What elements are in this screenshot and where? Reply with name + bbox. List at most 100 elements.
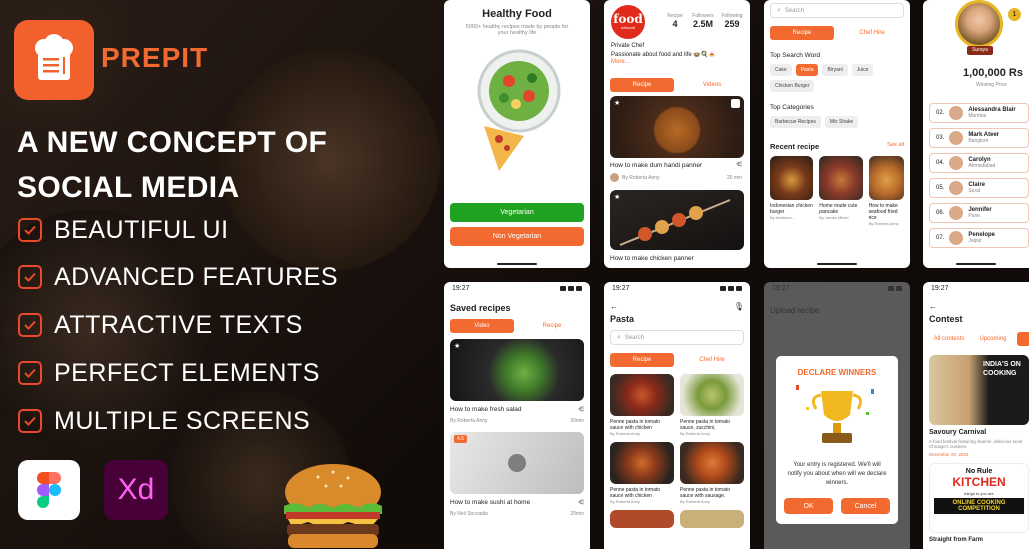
bookmark-icon[interactable] [731, 99, 740, 108]
recipe-image[interactable]: 4.5 [450, 432, 584, 494]
search-chip[interactable]: Chicken Burger [770, 80, 815, 92]
back-arrow-icon[interactable]: ← [610, 302, 618, 311]
tab-videos[interactable]: Videos [680, 78, 744, 92]
rank-position: 02. [936, 110, 945, 116]
rank-row[interactable]: 06. Jennifer Pune [929, 203, 1029, 223]
search-chip[interactable]: Cake [770, 64, 792, 76]
recipe-title: Penne pasta in tomato sauce with chicken [610, 487, 661, 499]
tab-recipe[interactable]: Recipe [520, 319, 584, 333]
rank-row[interactable]: 03. Mark Ateer Banglore [929, 128, 1029, 148]
screen-pasta: 19:27 ← 🎙 Pasta ⌕ Search Recipe Chef Hire … [604, 282, 750, 549]
recipe-title[interactable]: How to make chicken panner [610, 255, 694, 262]
recipe-image [610, 442, 674, 484]
cancel-button[interactable]: Cancel [841, 498, 890, 514]
checkbox-icon [18, 218, 42, 242]
search-input[interactable]: ⌕ Search [770, 3, 904, 18]
recipe-author: By Neil Soccadia [450, 511, 488, 517]
rank-row[interactable]: 07. Penelope Jaipur [929, 228, 1029, 248]
app-logo [14, 20, 94, 100]
share-icon[interactable]: ⋲ [578, 499, 584, 506]
recipe-caption: How to make sushi at home ⋲ [450, 499, 584, 506]
screen-chef-profile: food network Recipe 4 Followers 2.5M Fol… [604, 0, 750, 268]
contest-title[interactable]: Straight from Farm [929, 537, 1023, 543]
contest-title[interactable]: Savoury Carnival [929, 429, 1023, 436]
pasta-item[interactable] [610, 510, 674, 528]
pasta-item[interactable]: Penne pasta in tomato sauce with chicken… [610, 374, 674, 436]
recipe-title[interactable]: How to make sushi at home [450, 499, 530, 506]
tab-recipe[interactable]: Recipe [770, 26, 834, 40]
pasta-item[interactable]: Penne pasta in tomato sauce with sausage… [680, 442, 744, 504]
microphone-icon[interactable]: 🎙 [734, 302, 744, 311]
tab-chef-hire[interactable]: Chef Hire [840, 26, 904, 40]
section-title: Recent recipe [770, 142, 820, 151]
recipe-title: Penne pasta in tomato sauce, zucchini, [680, 419, 731, 431]
tab-video[interactable]: Video [450, 319, 514, 333]
search-chip[interactable]: Pasta [795, 64, 819, 76]
rank-row[interactable]: 02. Alessandra Blair Mumbai [929, 103, 1029, 123]
category-chip[interactable]: Mix Shake [824, 116, 859, 128]
recipe-image[interactable]: ★ [450, 339, 584, 401]
tab-recipe[interactable]: Recipe [610, 78, 674, 92]
tab-all-contests[interactable]: All contests [929, 332, 969, 346]
recent-item[interactable]: How to make seafood fried rice By Robert… [868, 156, 905, 226]
see-all-link[interactable]: See all [887, 142, 904, 151]
rank-row[interactable]: 04. Carolyn Ahmedabad [929, 153, 1029, 173]
recipe-image [680, 510, 744, 528]
recipe-author: By James Milner [819, 215, 849, 220]
tab-upcoming[interactable]: Upcoming [975, 332, 1011, 346]
star-icon[interactable]: ★ [614, 99, 620, 107]
star-icon[interactable]: ★ [614, 193, 620, 201]
search-chip[interactable]: Biryani [822, 64, 848, 76]
avatar [949, 156, 964, 170]
recipe-image[interactable]: ★ [610, 190, 744, 250]
feature-label: PERFECT ELEMENTS [54, 358, 320, 387]
share-icon[interactable]: ⋲ [578, 406, 584, 413]
status-time: 19:27 [931, 285, 949, 292]
ok-button[interactable]: OK [784, 498, 833, 514]
checkbox-icon [18, 361, 42, 385]
tab-recipe[interactable]: Recipe [610, 353, 674, 367]
avatar-logo-text: food [613, 12, 643, 26]
category-chip[interactable]: Barbecue Recipes [770, 116, 821, 128]
feature-label: ADVANCED FEATURES [54, 262, 339, 291]
play-icon[interactable] [508, 454, 526, 472]
kebab-illustration [619, 199, 731, 246]
food-network-avatar: food network [611, 5, 645, 39]
star-icon[interactable]: ★ [454, 342, 460, 350]
recipe-title[interactable]: How to make fresh salad [450, 406, 522, 413]
recent-item[interactable]: Indonesian chicken burger By Adrianna... [770, 156, 814, 226]
rank-row[interactable]: 05. Claire Surat [929, 178, 1029, 198]
recipe-title[interactable]: How to make dum handi panner [610, 162, 702, 169]
pasta-item[interactable] [680, 510, 744, 528]
non-vegetarian-button[interactable]: Non Vegetarian [450, 227, 584, 246]
dialog-title: DECLARE WINNERS [797, 368, 877, 377]
tab-chef-hire[interactable]: Chef Hire [680, 353, 744, 367]
recipe-author: By Roberta Anny [610, 431, 641, 436]
stat-following: Following 259 [715, 13, 749, 29]
recipe-image [610, 374, 674, 416]
back-arrow-icon[interactable]: ← [929, 302, 1023, 311]
screen-search: ⌕ Search Recipe Chef Hire Top Search Word… [764, 0, 910, 268]
pasta-item[interactable]: Penne pasta in tomato sauce with chicken… [610, 442, 674, 504]
tab-active[interactable] [1017, 332, 1029, 346]
recipe-title: Home made cute pancake [819, 203, 858, 215]
winner-name: Suraya [967, 46, 993, 55]
contest-banner[interactable]: No Rule KITCHEN things to you are ONLINE… [929, 463, 1029, 533]
more-link[interactable]: More... [611, 59, 630, 65]
search-chip[interactable]: Juice [851, 64, 874, 76]
search-input[interactable]: ⌕ Search [610, 330, 744, 345]
recipe-image[interactable]: ★ [610, 96, 744, 158]
xd-label: Xd [117, 473, 155, 506]
recent-list: Indonesian chicken burger By Adrianna...… [764, 156, 910, 226]
share-icon[interactable]: ⋲ [736, 161, 742, 168]
vegetarian-button[interactable]: Vegetarian [450, 203, 584, 222]
screen-title: Pasta [610, 314, 635, 324]
status-time: 19:27 [612, 285, 630, 292]
feature-label: ATTRACTIVE TEXTS [54, 310, 303, 339]
pasta-item[interactable]: Penne pasta in tomato sauce, zucchini, By… [680, 374, 744, 436]
contest-banner[interactable]: INDIA'S ON COOKING [929, 355, 1029, 425]
recipe-image [770, 156, 814, 200]
recent-item[interactable]: Home made cute pancake By James Milner [819, 156, 863, 226]
prize-amount: 1,00,000 Rs [963, 67, 1023, 79]
feature-item: ADVANCED FEATURES [18, 260, 338, 294]
